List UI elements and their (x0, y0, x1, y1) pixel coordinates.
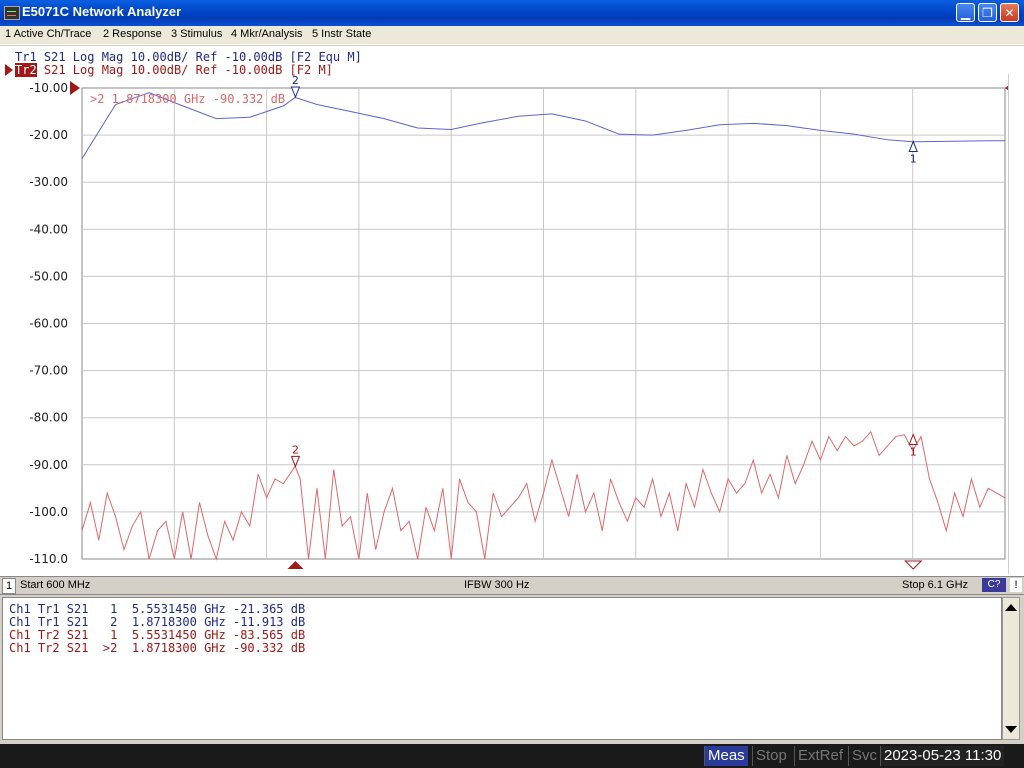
right-scale-panel (1008, 74, 1024, 574)
marker-row: Ch1 Tr2 S21 >2 1.8718300 GHz -90.332 dB (9, 641, 306, 655)
y-tick-label: -100.0 (29, 505, 68, 519)
marker-label: 2 (292, 74, 299, 87)
menu-active-ch-trace[interactable]: 1 Active Ch/Trace (5, 28, 91, 40)
restore-button[interactable]: ❐ (978, 3, 997, 22)
y-axis-labels: -10.00 -20.00 -30.00 -40.00 -50.00 -60.00 -70.… (29, 81, 68, 566)
y-tick-label: -110.0 (29, 552, 68, 566)
marker-triangle-icon (908, 433, 918, 445)
warning-indicator: ! (1010, 578, 1022, 592)
active-stimulus-marker-icon (287, 561, 304, 569)
marker-tr1-2: 2 (290, 74, 301, 99)
menu-response[interactable]: 2 Response (103, 28, 162, 40)
ref-level-left-icon (70, 81, 80, 95)
marker-table[interactable]: Ch1 Tr1 S21 1 5.5531450 GHz -21.365 dB C… (2, 597, 1002, 740)
y-tick-label: -80.00 (29, 411, 68, 425)
meas-indicator: Meas (704, 746, 748, 766)
app-icon[interactable] (4, 6, 20, 20)
stop-indicator: Stop (752, 746, 790, 766)
chart-markers: 1 2 1 2 (287, 74, 923, 570)
title-bar: E5071C Network Analyzer ▁ ❐ ✕ (0, 0, 1024, 26)
active-marker-readout: >2 1.8718300 GHz -90.332 dB (90, 92, 285, 106)
y-tick-label: -60.00 (29, 317, 68, 331)
y-tick-label: -30.00 (29, 175, 68, 189)
marker-triangle-icon (908, 140, 918, 153)
extref-indicator: ExtRef (794, 746, 846, 766)
marker-label: 2 (292, 443, 299, 456)
stop-frequency[interactable]: Stop 6.1 GHz (902, 579, 968, 591)
marker-table-scrollbar[interactable] (1002, 597, 1020, 740)
marker-label: 1 (910, 445, 917, 458)
scroll-down-icon[interactable] (1005, 726, 1017, 733)
menu-instr-state[interactable]: 5 Instr State (312, 28, 371, 40)
y-tick-label: -90.00 (29, 458, 68, 472)
chart-grid (70, 81, 1008, 560)
calibration-status[interactable]: C? (982, 578, 1006, 592)
marker-tr2-2: 2 (290, 443, 301, 468)
ifbw-value[interactable]: IFBW 300 Hz (464, 579, 529, 591)
stimulus-marker-icon (904, 560, 923, 570)
trace-chart[interactable]: -10.00 -20.00 -30.00 -40.00 -50.00 -60.00 -70.… (0, 46, 1008, 576)
instrument-status-bar: Meas Stop ExtRef Svc 2023-05-23 11:30 (0, 744, 1024, 768)
menu-bar: 1 Active Ch/Trace 2 Response 3 Stimulus … (0, 26, 1024, 45)
clock: 2023-05-23 11:30 (880, 746, 1005, 766)
marker-triangle-icon (290, 86, 301, 99)
channel-number[interactable]: 1 (2, 578, 16, 594)
y-tick-label: -40.00 (29, 222, 68, 236)
trace-end-label: 2 (1007, 492, 1008, 505)
menu-stimulus[interactable]: 3 Stimulus (171, 28, 222, 40)
minimize-button[interactable]: ▁ (956, 3, 975, 22)
trace-end-label: 1 (1007, 135, 1008, 148)
scroll-up-icon[interactable] (1005, 604, 1017, 611)
close-button[interactable]: ✕ (1000, 3, 1019, 22)
y-tick-label: -50.00 (29, 269, 68, 283)
trace-lines: 12 (81, 92, 1008, 561)
window-title: E5071C Network Analyzer (22, 4, 182, 19)
menu-mkr-analysis[interactable]: 4 Mkr/Analysis (231, 28, 303, 40)
channel-status-line: 1 Start 600 MHz IFBW 300 Hz Stop 6.1 GHz… (0, 576, 1024, 595)
marker-tr1-1: 1 (908, 140, 918, 166)
marker-label: 1 (910, 153, 917, 166)
y-tick-label: -70.00 (29, 364, 68, 378)
marker-tr2-1: 1 (908, 433, 918, 458)
start-frequency[interactable]: Start 600 MHz (20, 579, 90, 591)
y-tick-label: -10.00 (29, 81, 68, 95)
svc-indicator: Svc (848, 746, 880, 766)
channel-window[interactable]: Tr1 S21 Log Mag 10.00dB/ Ref -10.00dB [F… (0, 46, 1024, 576)
y-tick-label: -20.00 (29, 128, 68, 142)
